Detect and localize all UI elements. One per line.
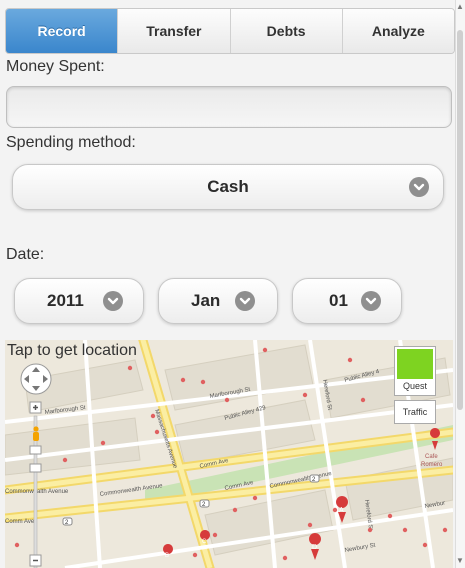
traffic-label: Traffic <box>402 407 428 417</box>
tap-location-label: Tap to get location <box>7 342 137 359</box>
svg-text:C: C <box>202 539 207 545</box>
year-value: 2011 <box>47 291 84 310</box>
month-value: Jan <box>191 291 221 310</box>
quest-label: Quest <box>402 381 427 391</box>
map-pan-control[interactable] <box>19 362 53 401</box>
tab-bar: Record Transfer Debts Analyze <box>5 8 455 54</box>
chevron-down-icon <box>361 291 381 311</box>
map-canvas: Marlborough St Marlborough St Public All… <box>5 340 453 568</box>
svg-text:A: A <box>339 507 344 514</box>
tab-debts[interactable]: Debts <box>229 9 342 53</box>
tab-transfer[interactable]: Transfer <box>117 9 230 53</box>
quest-thumbnail <box>397 349 433 379</box>
scroll-down-arrow-icon[interactable]: ▼ <box>456 556 464 565</box>
scroll-up-arrow-icon[interactable]: ▲ <box>456 2 464 11</box>
scrollbar-thumb[interactable] <box>457 30 463 410</box>
spending-method-label: Spending method: <box>6 134 136 151</box>
layer-traffic-button[interactable]: Traffic <box>394 400 436 424</box>
month-select[interactable]: Jan <box>158 278 278 324</box>
svg-text:D: D <box>312 544 317 551</box>
location-map[interactable]: Marlborough St Marlborough St Public All… <box>5 340 453 568</box>
pan-icon <box>20 363 52 395</box>
app-frame: Record Transfer Debts Analyze Money Spen… <box>0 0 465 568</box>
spending-method-select[interactable]: Cash <box>12 164 444 210</box>
spending-method-value: Cash <box>207 177 249 196</box>
street-view-pegman-icon[interactable] <box>31 426 41 447</box>
day-value: 01 <box>329 291 348 310</box>
svg-text:Cafe: Cafe <box>425 454 438 460</box>
tab-analyze[interactable]: Analyze <box>341 9 454 53</box>
svg-text:Romero: Romero <box>421 462 443 468</box>
chevron-down-icon <box>409 177 429 197</box>
svg-text:B: B <box>165 553 169 559</box>
chevron-down-icon <box>103 291 123 311</box>
day-select[interactable]: 01 <box>292 278 402 324</box>
chevron-down-icon <box>235 291 255 311</box>
money-spent-input[interactable] <box>6 86 452 128</box>
tab-record[interactable]: Record <box>6 9 118 53</box>
year-select[interactable]: 2011 <box>14 278 144 324</box>
money-spent-label: Money Spent: <box>6 58 105 75</box>
date-label: Date: <box>6 246 45 263</box>
layer-quest-button[interactable]: Quest <box>394 346 436 396</box>
